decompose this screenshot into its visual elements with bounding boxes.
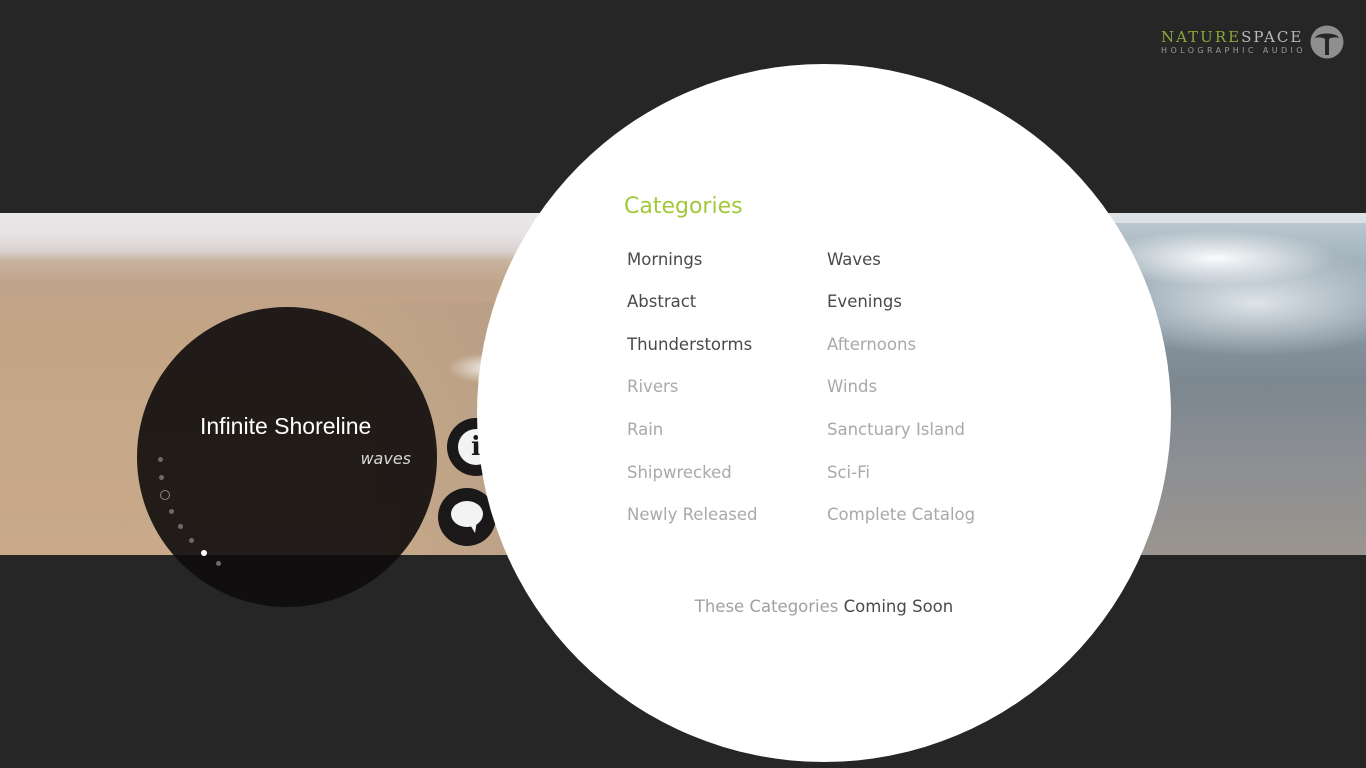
logo-name-part1: NATURE <box>1161 27 1242 46</box>
category-rain: Rain <box>627 420 664 439</box>
category-afternoons: Afternoons <box>827 335 917 354</box>
category-sanctuary-island: Sanctuary Island <box>827 420 966 439</box>
category-mornings[interactable]: Mornings <box>627 250 702 269</box>
progress-dot <box>189 538 194 543</box>
app-page: NATURESPACE HOLOGRAPHIC AUDIO Infinite S… <box>0 0 1366 768</box>
category-thunderstorms[interactable]: Thunderstorms <box>627 335 752 354</box>
category-complete-catalog: Complete Catalog <box>827 505 976 524</box>
logo-name-part2: SPACE <box>1241 27 1304 46</box>
tree-logo-icon <box>1310 25 1344 59</box>
now-playing-circle[interactable]: Infinite Shoreline waves <box>137 307 437 607</box>
category-rivers: Rivers <box>627 377 679 396</box>
category-winds: Winds <box>827 377 878 396</box>
speech-bubble-icon <box>451 501 483 533</box>
track-progress-dots <box>137 307 437 607</box>
progress-dot-current <box>201 550 207 556</box>
progress-dot <box>169 509 174 514</box>
category-abstract[interactable]: Abstract <box>627 292 696 311</box>
progress-dot <box>158 457 163 462</box>
progress-dot <box>178 524 183 529</box>
logo-text: NATURESPACE HOLOGRAPHIC AUDIO <box>1161 27 1306 56</box>
category-evenings[interactable]: Evenings <box>827 292 902 311</box>
category-newly-released: Newly Released <box>627 505 758 524</box>
category-sci-fi: Sci-Fi <box>827 463 870 482</box>
coming-soon-suffix: Coming Soon <box>843 597 954 616</box>
logo-tagline: HOLOGRAPHIC AUDIO <box>1161 45 1306 55</box>
coming-soon-note: These Categories Coming Soon <box>477 597 1171 616</box>
coming-soon-prefix: These Categories <box>694 597 839 616</box>
naturespace-logo[interactable]: NATURESPACE HOLOGRAPHIC AUDIO <box>1161 24 1344 60</box>
progress-dot <box>216 561 221 566</box>
progress-dot-ring <box>160 490 170 500</box>
categories-heading: Categories <box>624 194 743 219</box>
categories-panel: Categories Mornings Waves Abstract Eveni… <box>477 64 1171 762</box>
category-shipwrecked: Shipwrecked <box>627 463 732 482</box>
progress-dot <box>159 475 164 480</box>
category-waves[interactable]: Waves <box>827 250 881 269</box>
logo-name: NATURESPACE <box>1161 27 1304 46</box>
